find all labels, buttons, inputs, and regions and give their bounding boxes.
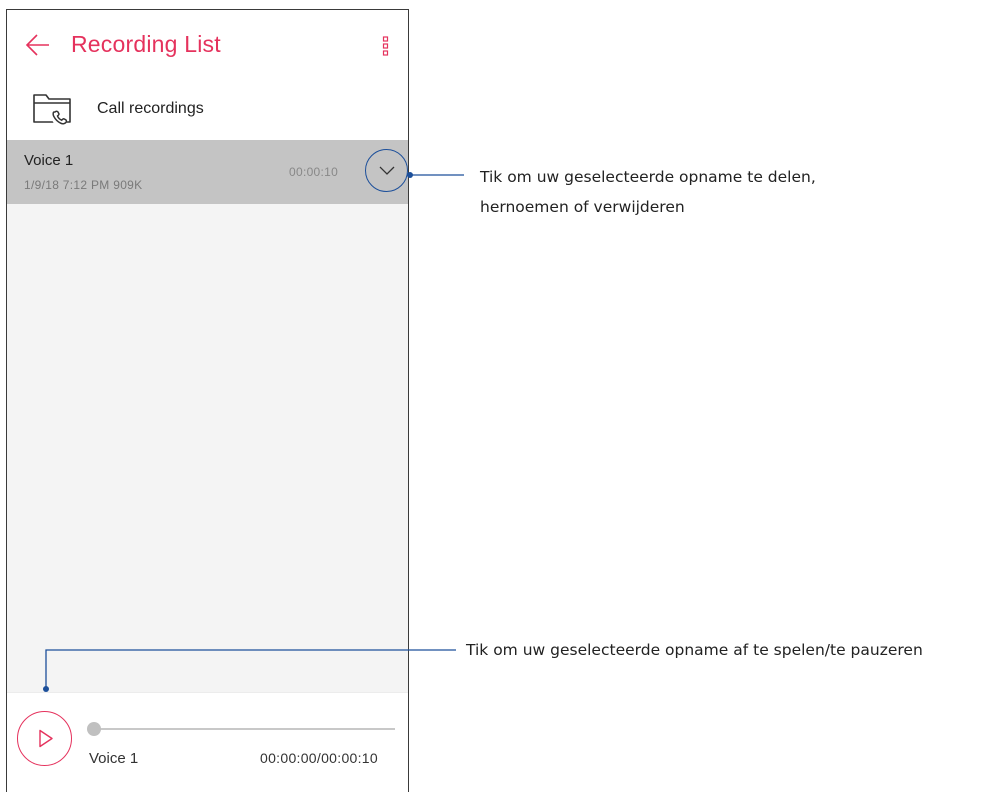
audio-player: Voice 1 00:00:00/00:00:10	[7, 692, 408, 792]
recording-duration: 00:00:10	[289, 165, 339, 179]
callout-expand-line2: hernoemen of verwijderen	[480, 198, 685, 216]
back-arrow-icon[interactable]	[25, 33, 51, 57]
call-recordings-folder[interactable]: Call recordings	[7, 84, 408, 140]
play-icon	[39, 729, 53, 748]
recording-name: Voice 1	[24, 152, 74, 169]
seek-bar[interactable]	[91, 728, 395, 730]
callout-expand-line1: Tik om uw geselecteerde opname te delen,	[480, 168, 816, 186]
app-header: Recording List	[7, 10, 408, 84]
recording-item-selected[interactable]: Voice 1 1/9/18 7:12 PM 909K 00:00:10	[7, 140, 408, 204]
more-options-icon[interactable]	[381, 34, 391, 58]
recording-meta: 1/9/18 7:12 PM 909K	[24, 178, 142, 192]
page-title: Recording List	[71, 31, 221, 57]
playback-time: 00:00:00/00:00:10	[260, 750, 378, 766]
folder-label: Call recordings	[97, 100, 204, 117]
callout-expand-options: Tik om uw geselecteerde opname te delen,…	[480, 162, 816, 222]
play-pause-button[interactable]	[17, 711, 72, 766]
recording-list: Voice 1 1/9/18 7:12 PM 909K 00:00:10	[7, 140, 408, 692]
chevron-down-icon	[379, 166, 395, 175]
expand-options-button[interactable]	[365, 149, 408, 192]
now-playing-name: Voice 1	[89, 750, 139, 767]
recording-size: 909K	[113, 178, 143, 192]
phone-screen: Recording List Call recordings Voice 1 1…	[6, 9, 409, 792]
recording-date: 1/9/18 7:12 PM	[24, 178, 110, 192]
seek-thumb[interactable]	[87, 722, 101, 736]
callout-play-pause: Tik om uw geselecteerde opname af te spe…	[466, 641, 923, 659]
folder-phone-icon	[32, 91, 72, 127]
